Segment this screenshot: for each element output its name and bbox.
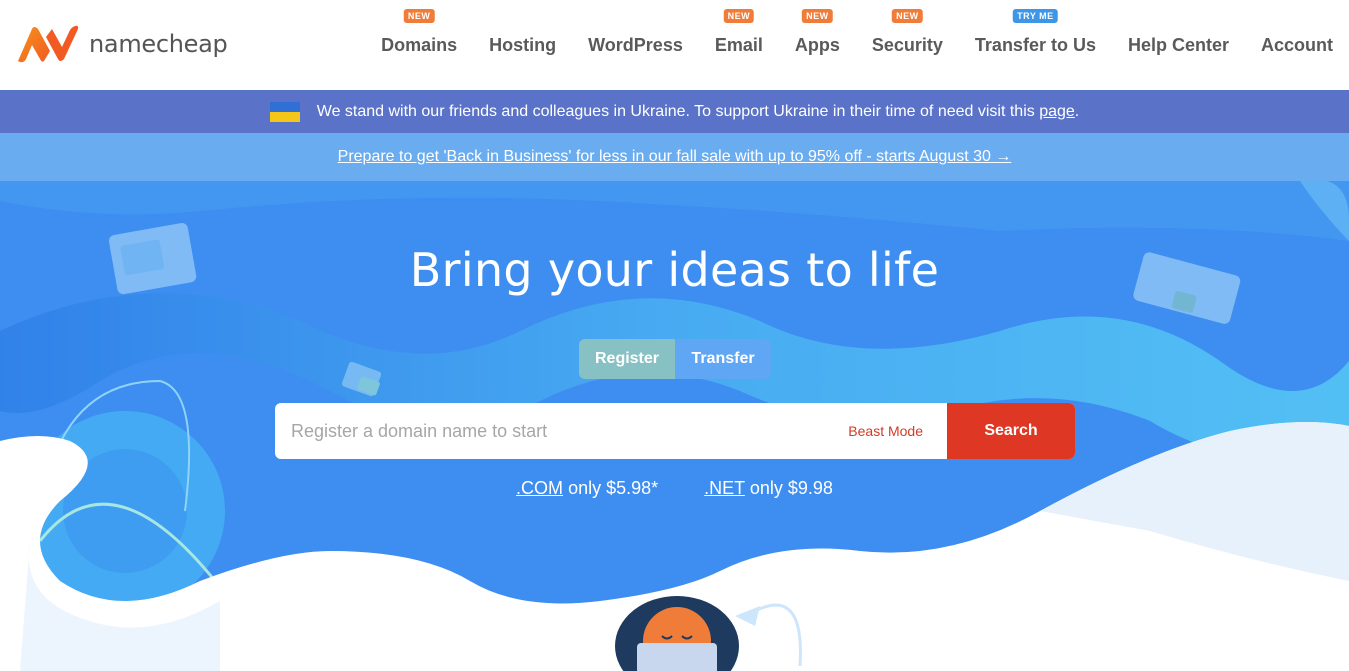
- net-tld-link[interactable]: .NET: [704, 478, 745, 498]
- ukraine-page-link[interactable]: page: [1039, 103, 1075, 121]
- nav-label: Domains: [381, 34, 458, 55]
- net-price-text: only $9.98: [749, 478, 833, 498]
- nav-item-email[interactable]: NEW Email: [699, 8, 779, 56]
- domain-search-box: Beast Mode Search: [275, 403, 1075, 459]
- hero-title: Bring your ideas to life: [409, 243, 940, 297]
- new-badge: NEW: [723, 8, 755, 23]
- ukraine-banner-end: .: [1074, 102, 1080, 120]
- promo-link[interactable]: Prepare to get 'Back in Business' for le…: [338, 148, 1012, 166]
- site-header: namecheap NEW Domains Hosting WordPress …: [0, 0, 1349, 90]
- new-badge: NEW: [802, 8, 833, 23]
- domain-search-input[interactable]: [275, 403, 849, 459]
- beast-mode-link[interactable]: Beast Mode: [848, 403, 947, 459]
- hero-section: Bring your ideas to life Register Transf…: [0, 181, 1349, 671]
- nav-item-security[interactable]: NEW Security: [856, 8, 959, 56]
- search-button[interactable]: Search: [947, 403, 1075, 459]
- tab-register[interactable]: Register: [579, 339, 675, 379]
- promo-bar: Prepare to get 'Back in Business' for le…: [0, 133, 1349, 181]
- ukraine-banner-text: We stand with our friends and colleagues…: [316, 102, 1035, 120]
- nav-label: Security: [871, 34, 943, 55]
- domain-prices: .COM only $5.98* .NET only $9.98: [0, 478, 1349, 499]
- logo-text: namecheap: [89, 30, 228, 58]
- logo[interactable]: namecheap: [16, 25, 228, 63]
- nav-item-wordpress[interactable]: WordPress: [572, 35, 699, 56]
- nav-label: Email: [714, 34, 763, 55]
- nav-label: Account: [1261, 34, 1333, 55]
- try-me-badge: TRY ME: [1013, 8, 1058, 23]
- main-nav: NEW Domains Hosting WordPress NEW Email …: [365, 0, 1333, 90]
- search-mode-tabs: Register Transfer: [579, 339, 771, 379]
- nav-item-help-center[interactable]: Help Center: [1112, 35, 1245, 56]
- com-tld-link[interactable]: .COM: [516, 478, 563, 498]
- new-badge: NEW: [892, 8, 923, 23]
- nav-item-apps[interactable]: NEW Apps: [779, 8, 856, 56]
- com-price-text: only $5.98*: [568, 478, 659, 498]
- nav-item-account[interactable]: Account: [1245, 35, 1333, 56]
- nav-item-transfer-to-us[interactable]: TRY ME Transfer to Us: [959, 8, 1112, 56]
- new-badge: NEW: [403, 8, 435, 23]
- nav-item-hosting[interactable]: Hosting: [473, 35, 572, 56]
- nav-label: Apps: [794, 34, 840, 55]
- tab-transfer[interactable]: Transfer: [675, 339, 771, 379]
- namecheap-logo-icon: [18, 25, 79, 63]
- nav-label: Hosting: [489, 34, 557, 55]
- nav-label: WordPress: [588, 34, 683, 55]
- nav-item-domains[interactable]: NEW Domains: [365, 8, 473, 56]
- nav-label: Transfer to Us: [974, 34, 1096, 55]
- ukraine-flag-icon: [269, 101, 300, 122]
- ukraine-banner: We stand with our friends and colleagues…: [0, 90, 1349, 133]
- nav-label: Help Center: [1127, 34, 1229, 55]
